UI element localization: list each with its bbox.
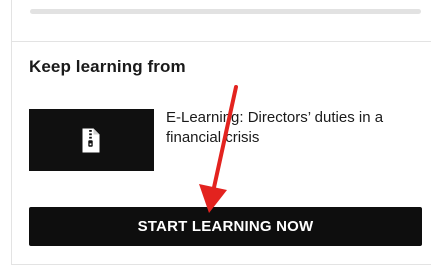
previous-card	[11, 0, 431, 42]
course-title[interactable]: E-Learning: Directors’ duties in a finan…	[166, 108, 421, 148]
start-learning-button[interactable]: START LEARNING NOW	[29, 207, 422, 246]
zip-file-icon	[82, 128, 100, 153]
page: Keep learning from E-Learning: Directors…	[0, 0, 431, 265]
section-heading: Keep learning from	[29, 57, 186, 76]
course-thumbnail[interactable]	[29, 109, 154, 171]
progress-bar	[30, 9, 421, 14]
